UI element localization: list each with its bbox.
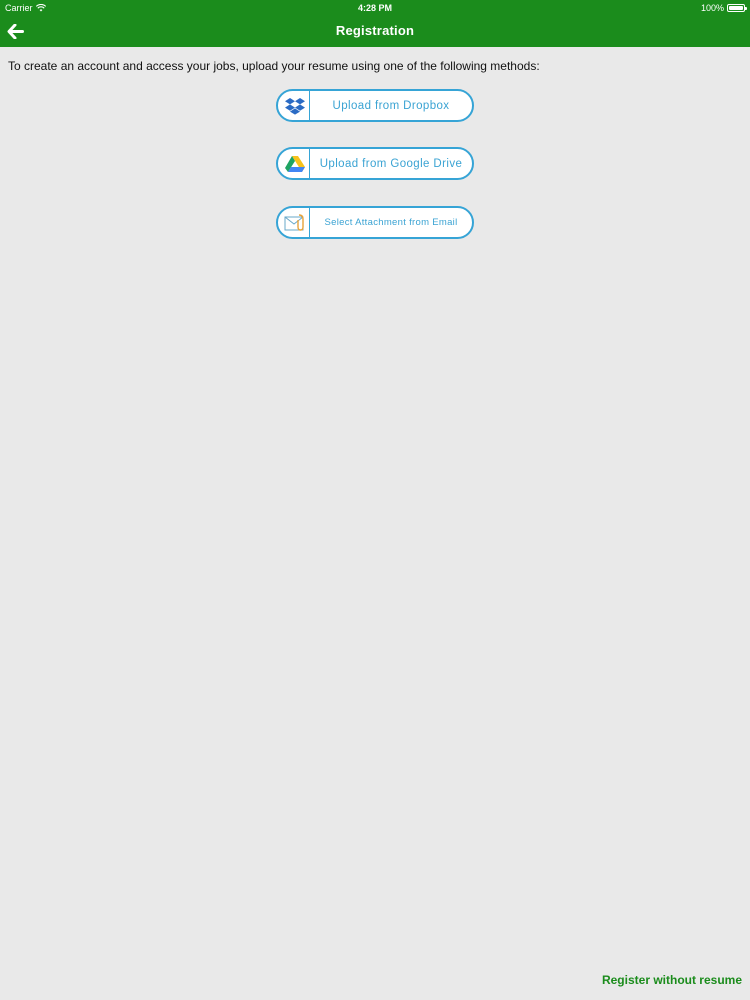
email-attachment-label: Select Attachment from Email	[324, 217, 458, 228]
upload-dropbox-button[interactable]: Upload from Dropbox	[276, 89, 474, 122]
navigation-bar: Registration	[0, 16, 750, 47]
status-bar: Carrier 4:28 PM 100%	[0, 0, 750, 16]
email-attachment-button[interactable]: Select Attachment from Email	[276, 206, 474, 239]
battery-percent: 100%	[700, 3, 724, 13]
battery-indicator: 100%	[700, 0, 747, 16]
page-title: Registration	[335, 23, 415, 38]
upload-google-drive-label: Upload from Google Drive	[319, 157, 463, 170]
dropbox-icon	[280, 91, 310, 120]
upload-dropbox-label: Upload from Dropbox	[332, 99, 450, 112]
upload-google-drive-button[interactable]: Upload from Google Drive	[276, 147, 474, 180]
battery-icon	[727, 4, 747, 12]
google-drive-icon	[280, 149, 310, 178]
top-bar: Carrier 4:28 PM 100% Registration	[0, 0, 750, 47]
email-attachment-icon	[280, 208, 310, 237]
status-time: 4:28 PM	[357, 3, 392, 13]
intro-text: To create an account and access your job…	[8, 59, 540, 73]
register-without-resume-link[interactable]: Register without resume	[602, 973, 742, 987]
